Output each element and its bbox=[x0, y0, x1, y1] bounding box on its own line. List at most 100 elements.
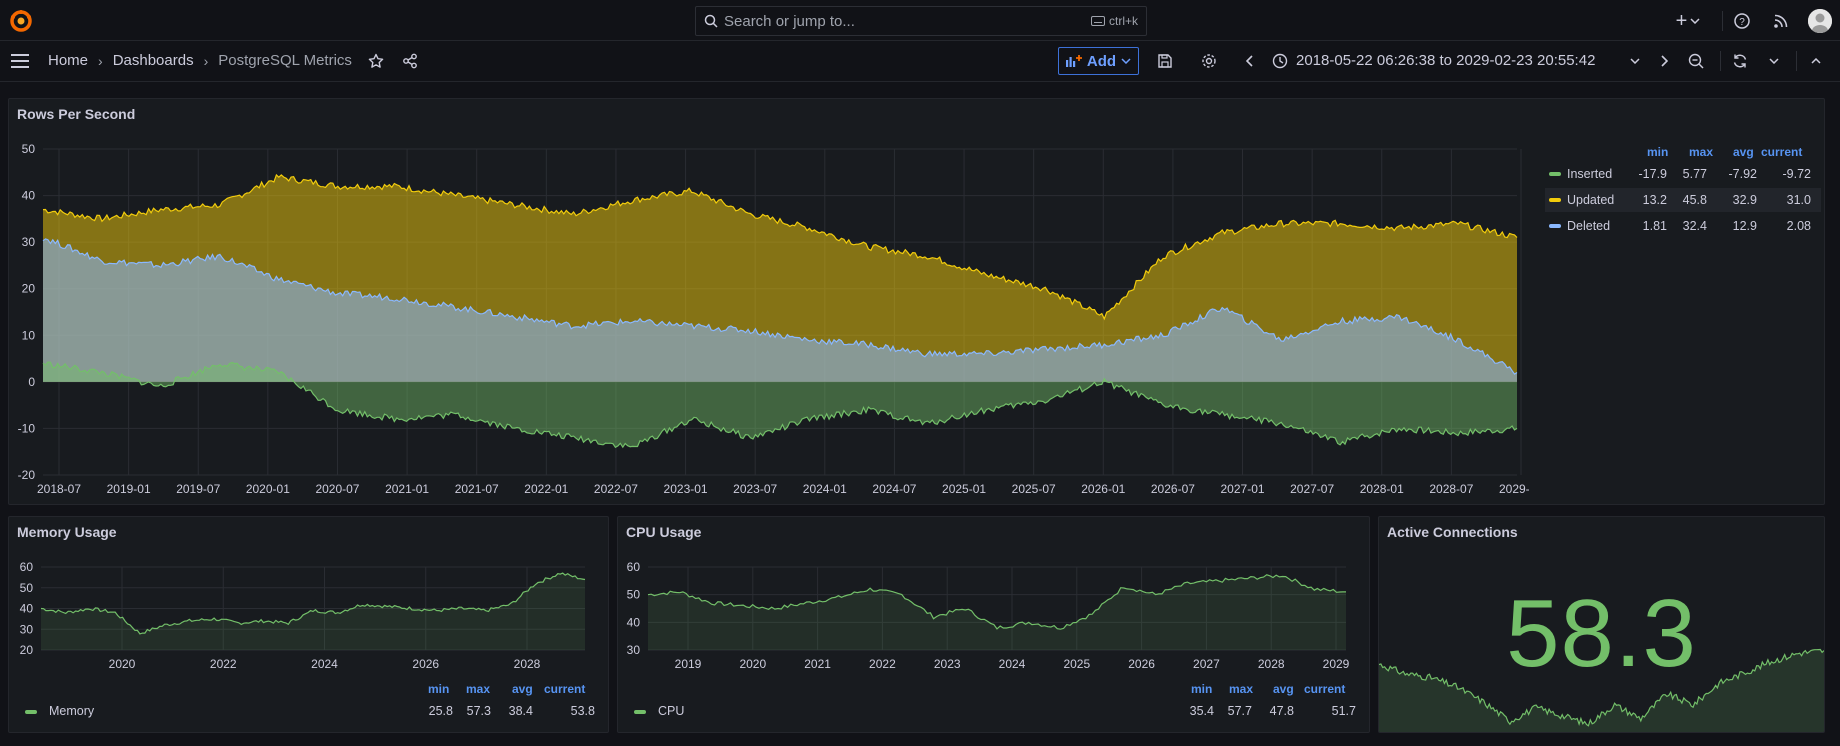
y-tick-label: 20 bbox=[22, 282, 36, 296]
share-icon[interactable] bbox=[398, 49, 422, 73]
x-tick-label: 2021-07 bbox=[455, 482, 499, 496]
x-tick-label: 2020-01 bbox=[246, 482, 290, 496]
chevron-right-icon: › bbox=[203, 52, 209, 69]
x-tick-label: 2023-01 bbox=[664, 482, 708, 496]
legend-header-current[interactable]: current bbox=[1761, 145, 1802, 159]
news-rss-icon[interactable] bbox=[1769, 9, 1793, 33]
x-tick-label: 2019-07 bbox=[176, 482, 220, 496]
x-tick-label: 2025-01 bbox=[942, 482, 986, 496]
legend-header-min[interactable]: min bbox=[1647, 145, 1668, 159]
chevron-right-icon: › bbox=[98, 52, 103, 69]
x-tick-label: 2018-07 bbox=[37, 482, 81, 496]
x-tick-label: 2027-01 bbox=[1221, 482, 1265, 496]
x-tick-label: 2023 bbox=[934, 657, 961, 671]
settings-gear-icon[interactable] bbox=[1197, 49, 1221, 73]
breadcrumb-current: PostgreSQL Metrics bbox=[218, 52, 352, 69]
divider bbox=[1722, 11, 1723, 31]
svg-text:?: ? bbox=[1739, 17, 1745, 28]
x-tick-label: 2024 bbox=[311, 657, 338, 671]
menu-hamburger-icon[interactable] bbox=[8, 49, 32, 73]
x-tick-label: 2028-01 bbox=[1360, 482, 1404, 496]
x-tick-label: 2024-07 bbox=[872, 482, 916, 496]
x-tick-label: 2024-01 bbox=[803, 482, 847, 496]
new-menu-button[interactable]: + bbox=[1670, 9, 1706, 33]
legend-header-avg[interactable]: avg bbox=[1273, 682, 1294, 696]
series-color-swatch bbox=[1549, 224, 1561, 228]
search-placeholder: Search or jump to... bbox=[724, 13, 855, 30]
y-tick-label: 50 bbox=[20, 581, 34, 595]
rows-legend-table: min max avg current Inserted -17.9 5.77 … bbox=[1545, 142, 1821, 242]
grafana-logo-icon[interactable] bbox=[9, 9, 33, 33]
breadcrumb-dashboards[interactable]: Dashboards bbox=[113, 52, 194, 69]
x-tick-label: 2027-07 bbox=[1290, 482, 1334, 496]
x-tick-label: 2029 bbox=[1323, 657, 1350, 671]
help-icon[interactable]: ? bbox=[1730, 9, 1754, 33]
clock-icon bbox=[1268, 49, 1292, 73]
x-tick-label: 2026-07 bbox=[1151, 482, 1195, 496]
y-tick-label: -10 bbox=[18, 421, 36, 435]
stat-value: 58.3 bbox=[1506, 580, 1697, 687]
memory-usage-chart: 60504030202020 2022 2024 2026 2028 bbox=[20, 560, 586, 671]
x-tick-label: 2022 bbox=[869, 657, 896, 671]
x-tick-label: 2023-07 bbox=[733, 482, 777, 496]
legend-row-cpu[interactable]: CPU 35.4 57.7 47.8 51.7 bbox=[618, 699, 1370, 723]
time-forward-chevron-right-icon[interactable] bbox=[1652, 49, 1676, 73]
active-connections-panel: Active Connections 58.3 bbox=[1378, 516, 1825, 733]
x-tick-label: 2029-01 bbox=[1499, 482, 1529, 496]
chevron-down-icon bbox=[1121, 58, 1131, 64]
legend-header-avg[interactable]: avg bbox=[1733, 145, 1754, 159]
time-range-picker[interactable]: 2018-05-22 06:26:38 to 2029-02-23 20:55:… bbox=[1296, 52, 1595, 69]
x-tick-label: 2019-01 bbox=[107, 482, 151, 496]
x-tick-label: 2020 bbox=[109, 657, 136, 671]
legend-row-updated[interactable]: Updated 13.2 45.8 32.9 31.0 bbox=[1545, 188, 1821, 212]
add-button[interactable]: Add bbox=[1058, 47, 1139, 75]
y-tick-label: 20 bbox=[20, 643, 34, 657]
legend-row-inserted[interactable]: Inserted -17.9 5.77 -7.92 -9.72 bbox=[1545, 162, 1821, 186]
x-tick-label: 2020-07 bbox=[315, 482, 359, 496]
memory-usage-panel: Memory Usage 60 50 40 30 20 2020 2022 2024 2026 2… bbox=[8, 516, 609, 733]
legend-header-current[interactable]: current bbox=[544, 682, 585, 696]
legend-header-max[interactable]: max bbox=[1229, 682, 1253, 696]
breadcrumb: Home › Dashboards › PostgreSQL Metrics bbox=[48, 52, 352, 69]
add-panel-icon bbox=[1065, 55, 1082, 67]
keyboard-shortcut-hint: ctrl+k bbox=[1090, 14, 1138, 28]
x-tick-label: 2024 bbox=[999, 657, 1026, 671]
time-back-chevron-left-icon[interactable] bbox=[1238, 49, 1262, 73]
x-tick-label: 2025-07 bbox=[1012, 482, 1056, 496]
search-input[interactable]: Search or jump to... ctrl+k bbox=[695, 6, 1147, 36]
legend-header-avg[interactable]: avg bbox=[512, 682, 533, 696]
cpu-usage-chart: 60 50 40 30 2019 2020 2021 2022 2023 2024 2025 2026… bbox=[627, 560, 1350, 671]
legend-header-max[interactable]: max bbox=[466, 682, 490, 696]
y-tick-label: 40 bbox=[20, 602, 34, 616]
cpu-usage-panel: CPU Usage 60 50 40 30 2019 2020 2021 2022 2023 20… bbox=[617, 516, 1370, 733]
series-color-swatch bbox=[1549, 172, 1561, 176]
y-tick-label: 30 bbox=[627, 643, 641, 657]
star-icon[interactable] bbox=[364, 49, 388, 73]
collapse-chevron-up-icon[interactable] bbox=[1804, 49, 1828, 73]
refresh-icon[interactable] bbox=[1728, 49, 1752, 73]
y-tick-label: 50 bbox=[22, 142, 36, 156]
chevron-down-icon[interactable] bbox=[1623, 49, 1647, 73]
legend-header-current[interactable]: current bbox=[1304, 682, 1345, 696]
y-tick-label: 40 bbox=[22, 189, 36, 203]
x-tick-label: 2027 bbox=[1193, 657, 1220, 671]
y-tick-label: -20 bbox=[18, 468, 36, 482]
search-icon bbox=[704, 14, 718, 31]
y-tick-label: 40 bbox=[627, 615, 641, 629]
breadcrumb-home[interactable]: Home bbox=[48, 52, 88, 69]
zoom-out-icon[interactable] bbox=[1684, 49, 1708, 73]
legend-header-max[interactable]: max bbox=[1689, 145, 1713, 159]
x-tick-label: 2021 bbox=[804, 657, 831, 671]
refresh-interval-chevron-down-icon[interactable] bbox=[1762, 49, 1786, 73]
legend-header-min[interactable]: min bbox=[428, 682, 449, 696]
x-tick-label: 2028 bbox=[514, 657, 541, 671]
legend-header-min[interactable]: min bbox=[1191, 682, 1212, 696]
divider bbox=[1796, 51, 1797, 71]
rows-per-second-chart: 50 40 30 20 10 0 -10 -202018-07 2019-01 2019-07 20… bbox=[18, 142, 1529, 496]
legend-row-deleted[interactable]: Deleted 1.81 32.4 12.9 2.08 bbox=[1545, 214, 1821, 238]
y-tick-label: 0 bbox=[28, 375, 35, 389]
user-avatar[interactable] bbox=[1808, 9, 1832, 33]
series-color-swatch bbox=[1549, 198, 1561, 202]
save-icon[interactable] bbox=[1153, 49, 1177, 73]
legend-row-memory[interactable]: Memory 25.8 57.3 38.4 53.8 bbox=[9, 699, 609, 723]
